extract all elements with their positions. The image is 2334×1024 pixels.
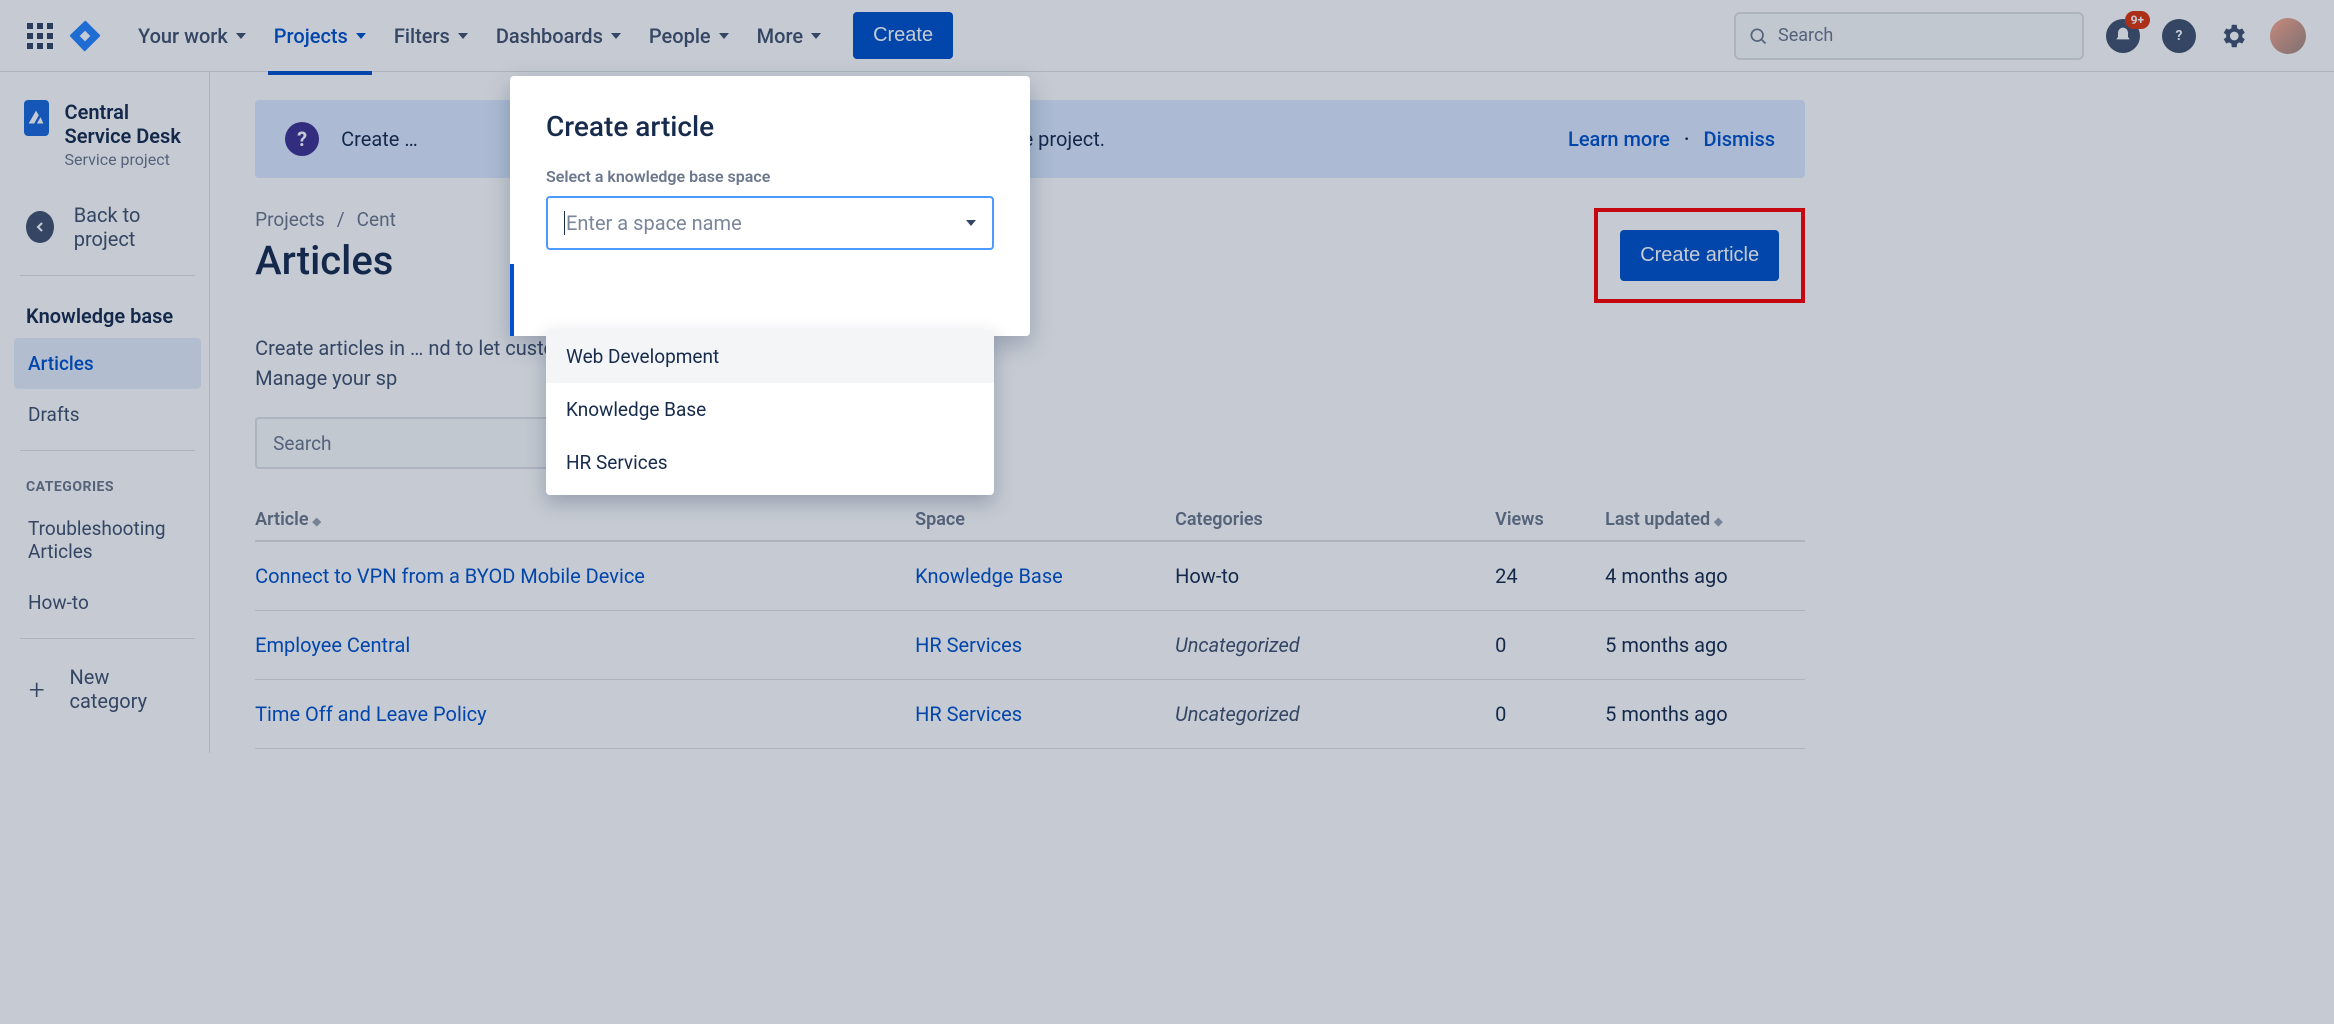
table-row: Time Off and Leave PolicyHR ServicesUnca… xyxy=(255,680,1805,749)
nav-item-more[interactable]: More xyxy=(743,14,835,58)
dropdown-option[interactable]: Knowledge Base xyxy=(546,383,994,436)
page-description: Create articles in … nd to let customers… xyxy=(255,333,1805,393)
info-icon: ? xyxy=(285,122,319,156)
top-navigation: Your workProjectsFiltersDashboardsPeople… xyxy=(0,0,2334,72)
app-switcher-icon[interactable] xyxy=(24,20,56,52)
help-icon[interactable]: ? xyxy=(2162,19,2196,53)
plus-icon: + xyxy=(26,673,48,706)
updated-cell: 5 months ago xyxy=(1605,633,1805,657)
user-avatar[interactable] xyxy=(2270,18,2306,54)
chevron-down-icon xyxy=(458,33,468,39)
updated-cell: 5 months ago xyxy=(1605,702,1805,726)
jira-logo-icon[interactable] xyxy=(68,19,102,53)
settings-icon[interactable] xyxy=(2218,21,2248,51)
global-search-input[interactable]: Search xyxy=(1734,12,2084,60)
sidebar-item-articles[interactable]: Articles xyxy=(14,338,201,389)
sidebar-category-item[interactable]: Troubleshooting Articles xyxy=(14,503,201,577)
notification-badge: 9+ xyxy=(2125,11,2150,29)
info-banner: ? Create … …ing your service project. Le… xyxy=(255,100,1805,178)
space-field-label: Select a knowledge base space xyxy=(546,167,994,186)
column-header[interactable]: Last updated xyxy=(1605,509,1710,530)
breadcrumb: Projects / Cent xyxy=(255,208,396,231)
project-subtitle: Service project xyxy=(65,150,192,169)
article-link[interactable]: Time Off and Leave Policy xyxy=(255,702,915,726)
space-link[interactable]: HR Services xyxy=(915,633,1175,657)
learn-more-link[interactable]: Learn more xyxy=(1568,127,1670,151)
chevron-down-icon xyxy=(719,33,729,39)
nav-item-dashboards[interactable]: Dashboards xyxy=(482,14,635,58)
breadcrumb-item[interactable]: Projects xyxy=(255,208,325,231)
updated-cell: 4 months ago xyxy=(1605,564,1805,588)
page-title: Articles xyxy=(255,237,396,284)
dropdown-option[interactable]: HR Services xyxy=(546,436,994,489)
nav-item-projects[interactable]: Projects xyxy=(260,14,380,58)
nav-item-filters[interactable]: Filters xyxy=(380,14,482,58)
kb-heading[interactable]: Knowledge base xyxy=(14,286,201,338)
chevron-down-icon xyxy=(811,33,821,39)
project-title: Central Service Desk xyxy=(65,100,192,148)
category-cell: Uncategorized xyxy=(1175,702,1495,726)
breadcrumb-item[interactable]: Cent xyxy=(357,208,396,231)
views-cell: 0 xyxy=(1495,702,1605,726)
chevron-down-icon xyxy=(611,33,621,39)
space-link[interactable]: HR Services xyxy=(915,702,1175,726)
dropdown-option[interactable]: Web Development xyxy=(546,330,994,383)
nav-item-people[interactable]: People xyxy=(635,14,743,58)
space-select-input[interactable]: Enter a space name xyxy=(546,196,994,250)
space-link[interactable]: Knowledge Base xyxy=(915,564,1175,588)
article-link[interactable]: Employee Central xyxy=(255,633,915,657)
create-article-highlight: Create article xyxy=(1594,208,1805,303)
article-link[interactable]: Connect to VPN from a BYOD Mobile Device xyxy=(255,564,915,588)
table-row: Employee CentralHR ServicesUncategorized… xyxy=(255,611,1805,680)
chevron-down-icon xyxy=(236,33,246,39)
project-header[interactable]: Central Service Desk Service project xyxy=(14,96,201,189)
views-cell: 24 xyxy=(1495,564,1605,588)
create-article-button[interactable]: Create article xyxy=(1620,230,1779,281)
views-cell: 0 xyxy=(1495,633,1605,657)
modal-title: Create article xyxy=(546,110,994,143)
sort-icon: ◆ xyxy=(1714,515,1722,528)
nav-item-your-work[interactable]: Your work xyxy=(124,14,260,58)
chevron-down-icon xyxy=(356,33,366,39)
categories-label: CATEGORIES xyxy=(14,461,201,503)
table-header-row: Article ◆ Space Categories Views Last upd… xyxy=(255,509,1805,542)
create-article-modal: Create article Select a knowledge base s… xyxy=(510,76,1030,336)
column-header[interactable]: Views xyxy=(1495,509,1605,530)
column-header[interactable]: Categories xyxy=(1175,509,1495,530)
dismiss-link[interactable]: Dismiss xyxy=(1704,127,1776,151)
articles-table: Article ◆ Space Categories Views Last upd… xyxy=(255,509,1805,749)
sidebar-item-drafts[interactable]: Drafts xyxy=(14,389,201,440)
main-content: ? Create … …ing your service project. Le… xyxy=(210,72,1850,753)
table-row: Connect to VPN from a BYOD Mobile Device… xyxy=(255,542,1805,611)
space-dropdown-menu: Web DevelopmentKnowledge BaseHR Services xyxy=(546,330,994,495)
chevron-down-icon xyxy=(966,220,976,226)
category-cell: Uncategorized xyxy=(1175,633,1495,657)
column-header[interactable]: Space xyxy=(915,509,1175,530)
search-placeholder: Search xyxy=(1778,25,1833,46)
back-to-project-link[interactable]: Back to project xyxy=(14,189,201,265)
column-header[interactable]: Article xyxy=(255,509,308,530)
sort-icon: ◆ xyxy=(313,515,321,528)
back-arrow-icon xyxy=(26,211,54,243)
sidebar-category-item[interactable]: How-to xyxy=(14,577,201,628)
create-button[interactable]: Create xyxy=(853,12,953,59)
category-cell: How-to xyxy=(1175,564,1495,588)
new-category-button[interactable]: + New category xyxy=(14,649,201,729)
notifications-icon[interactable]: 9+ xyxy=(2106,19,2140,53)
sidebar: Central Service Desk Service project Bac… xyxy=(0,72,210,753)
project-icon xyxy=(24,100,49,136)
